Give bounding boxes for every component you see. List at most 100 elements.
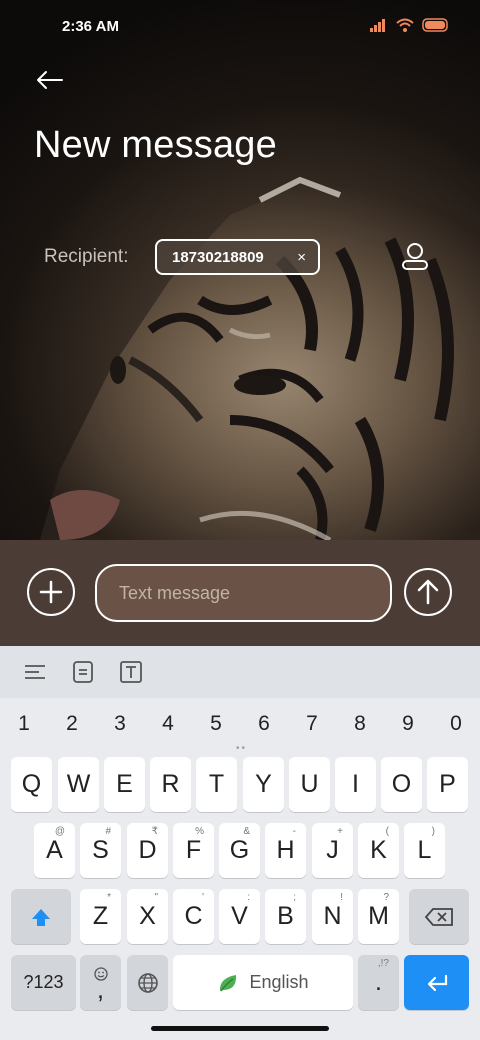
key-label: K [370,836,387,864]
key-hint: ? [383,892,389,903]
key-label: Z [92,902,109,930]
key-e[interactable]: E [104,757,145,812]
key-u[interactable]: U [289,757,330,812]
key-hint: ; [293,892,296,903]
shift-key[interactable] [11,889,71,944]
key-7[interactable]: 7 [292,712,332,736]
key-label: D [138,836,157,864]
wifi-icon [396,18,414,32]
home-indicator[interactable] [151,1026,329,1031]
key-label: C [184,902,203,930]
key-hint: % [195,826,204,837]
arrow-left-icon [37,71,63,89]
key-label: H [276,836,295,864]
menu-lines-icon[interactable] [23,660,47,684]
key-5[interactable]: 5 [196,712,236,736]
key-s[interactable]: S # [80,823,121,878]
status-time: 2:36 AM [62,18,119,35]
key-hint: ₹ [151,826,158,837]
key-label: V [231,902,248,930]
space-key[interactable]: English [173,955,353,1010]
contact-picker-button[interactable] [398,240,432,274]
key-8[interactable]: 8 [340,712,380,736]
key-i[interactable]: I [335,757,376,812]
add-attachment-button[interactable] [27,568,75,616]
key-6[interactable]: 6 [244,712,284,736]
key-label: G [229,836,250,864]
text-format-icon[interactable] [119,660,143,684]
key-w[interactable]: W [58,757,99,812]
compose-bar [0,540,480,646]
number-row: 1 2 3 4 5 6 7 8 9 0 [0,706,480,740]
battery-icon [422,18,448,32]
key-hint: * [107,892,111,903]
remove-recipient-icon[interactable]: × [297,249,306,266]
language-key[interactable] [127,955,168,1010]
arrow-up-icon [417,579,439,605]
key-v[interactable]: V : [219,889,260,944]
key-hint: + [337,826,343,837]
message-input[interactable] [95,564,392,622]
key-h[interactable]: H - [265,823,306,878]
enter-key[interactable] [404,955,469,1010]
key-d[interactable]: D ₹ [127,823,168,878]
key-t[interactable]: T [196,757,237,812]
key-label: N [323,902,342,930]
shift-arrow-icon [32,908,50,926]
recipient-chip[interactable]: 18730218809 × [155,239,320,275]
key-a[interactable]: A @ [34,823,75,878]
key-p[interactable]: P [427,757,468,812]
signal-icon [370,19,385,32]
key-b[interactable]: B ; [265,889,306,944]
comma-emoji-key[interactable]: , [80,955,121,1010]
key-3[interactable]: 3 [100,712,140,736]
person-icon [402,243,428,270]
globe-icon [137,972,158,993]
key-hint: & [243,826,250,837]
key-hint: # [105,826,111,837]
clipboard-icon[interactable] [71,660,95,684]
key-m[interactable]: M ? [358,889,399,944]
period-label: . [375,968,382,996]
symbols-key[interactable]: ?123 [11,955,76,1010]
send-button[interactable] [404,568,452,616]
keyboard-toolbar [0,646,480,698]
key-0[interactable]: 0 [436,712,476,736]
key-hint: " [154,892,158,903]
key-g[interactable]: G & [219,823,260,878]
comma-label: , [97,975,104,1004]
key-label: J [326,836,339,864]
key-4[interactable]: 4 [148,712,188,736]
key-9[interactable]: 9 [388,712,428,736]
key-n[interactable]: N ! [312,889,353,944]
key-label: B [277,902,294,930]
period-key[interactable]: . ,!? [358,955,399,1010]
key-2[interactable]: 2 [52,712,92,736]
backspace-icon [424,907,453,926]
key-hint: - [292,826,296,837]
key-1[interactable]: 1 [4,712,44,736]
enter-arrow-icon [427,974,447,991]
leaf-icon [220,974,237,991]
space-language-label: English [249,972,309,992]
key-r[interactable]: R [150,757,191,812]
key-f[interactable]: F % [173,823,214,878]
key-label: F [185,836,202,864]
page-title: New message [34,124,277,166]
keyboard: 1 2 3 4 5 6 7 8 9 0 •• Q W E R T Y U I O… [0,646,480,1040]
key-j[interactable]: J + [312,823,353,878]
key-k[interactable]: K ( [358,823,399,878]
back-button[interactable] [30,62,70,102]
backspace-key[interactable] [409,889,469,944]
key-o[interactable]: O [381,757,422,812]
recipient-number: 18730218809 [172,248,264,266]
key-z[interactable]: Z * [80,889,121,944]
key-c[interactable]: C ' [173,889,214,944]
key-q[interactable]: Q [11,757,52,812]
key-label: X [139,902,156,930]
key-label: M [368,902,389,930]
status-icons [370,18,450,32]
key-y[interactable]: Y [243,757,284,812]
key-l[interactable]: L ) [404,823,445,878]
key-x[interactable]: X " [127,889,168,944]
